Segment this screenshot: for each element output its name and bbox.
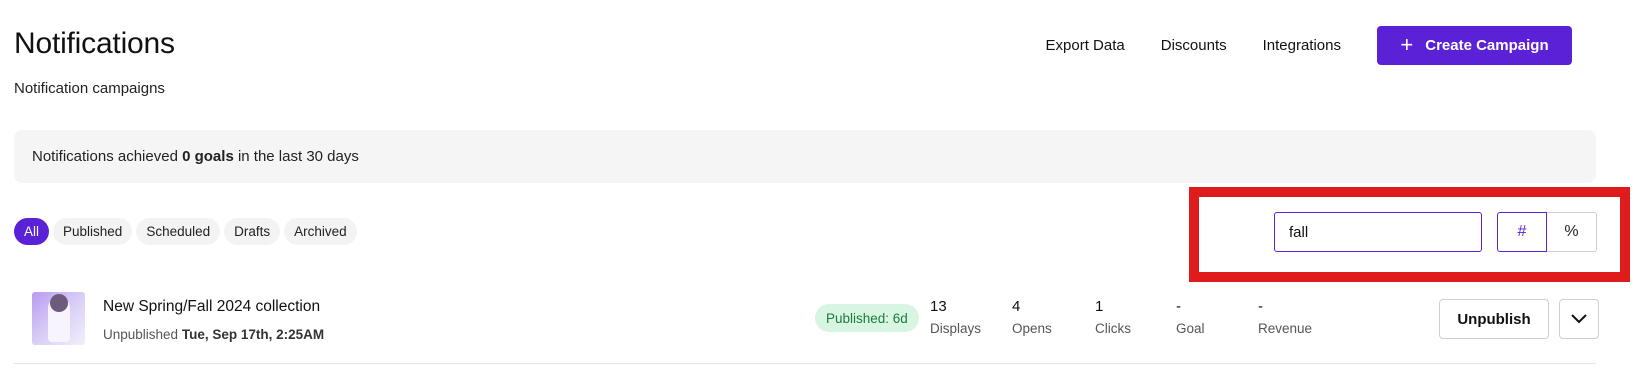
tab-scheduled[interactable]: Scheduled xyxy=(136,218,221,245)
metric-opens: 4 Opens xyxy=(1012,298,1052,336)
thumbnail-head xyxy=(50,294,68,312)
status-filter-tabs: All Published Scheduled Drafts Archived xyxy=(14,218,361,245)
count-toggle-button[interactable]: # xyxy=(1497,212,1547,252)
tab-all[interactable]: All xyxy=(14,218,50,245)
plus-icon: + xyxy=(1400,31,1414,57)
campaign-title[interactable]: New Spring/Fall 2024 collection xyxy=(103,298,320,316)
metric-value: 13 xyxy=(930,298,947,315)
metric-label: Displays xyxy=(930,321,982,336)
tab-archived[interactable]: Archived xyxy=(284,218,357,245)
discounts-link[interactable]: Discounts xyxy=(1161,37,1227,54)
page-title: Notifications xyxy=(14,27,175,60)
metric-label: Goal xyxy=(1176,321,1205,336)
header-actions: Export Data Discounts Integrations + Cre… xyxy=(1046,26,1572,65)
metric-value: - xyxy=(1258,298,1263,315)
metric-label: Clicks xyxy=(1095,321,1131,336)
integrations-link[interactable]: Integrations xyxy=(1263,37,1341,54)
create-campaign-label: Create Campaign xyxy=(1425,37,1549,54)
goals-banner: Notifications achieved 0 goals in the la… xyxy=(14,130,1596,183)
metric-revenue: - Revenue xyxy=(1258,298,1312,336)
chevron-down-icon xyxy=(1571,314,1587,324)
goals-banner-prefix: Notifications achieved xyxy=(32,148,183,165)
goals-count: 0 goals xyxy=(182,148,234,165)
metric-value: 4 xyxy=(1012,298,1021,315)
tab-published[interactable]: Published xyxy=(53,218,133,245)
metric-value: - xyxy=(1176,298,1181,315)
metric-label: Opens xyxy=(1012,321,1052,336)
campaign-thumbnail xyxy=(32,292,85,345)
count-percent-toggle: # % xyxy=(1497,212,1597,252)
status-badge: Published: 6d xyxy=(815,304,919,332)
campaign-meta: Unpublished Tue, Sep 17th, 2:25AM xyxy=(103,327,324,342)
campaign-row[interactable]: New Spring/Fall 2024 collection Unpublis… xyxy=(14,284,1599,364)
goals-banner-suffix: in the last 30 days xyxy=(233,148,359,165)
metric-clicks: 1 Clicks xyxy=(1095,298,1131,336)
metric-displays: 13 Displays xyxy=(930,298,981,336)
export-data-link[interactable]: Export Data xyxy=(1046,37,1125,54)
search-input[interactable] xyxy=(1274,212,1482,252)
create-campaign-button[interactable]: + Create Campaign xyxy=(1377,26,1572,65)
metric-value: 1 xyxy=(1095,298,1104,315)
more-actions-button[interactable] xyxy=(1559,299,1599,339)
campaign-meta-label: Unpublished xyxy=(103,327,179,342)
campaign-meta-date: Tue, Sep 17th, 2:25AM xyxy=(181,327,325,342)
unpublish-button[interactable]: Unpublish xyxy=(1439,299,1549,339)
page-subtitle: Notification campaigns xyxy=(14,80,165,97)
metric-goal: - Goal xyxy=(1176,298,1205,336)
percent-toggle-button[interactable]: % xyxy=(1547,212,1597,252)
metric-label: Revenue xyxy=(1258,321,1313,336)
tab-drafts[interactable]: Drafts xyxy=(224,218,281,245)
